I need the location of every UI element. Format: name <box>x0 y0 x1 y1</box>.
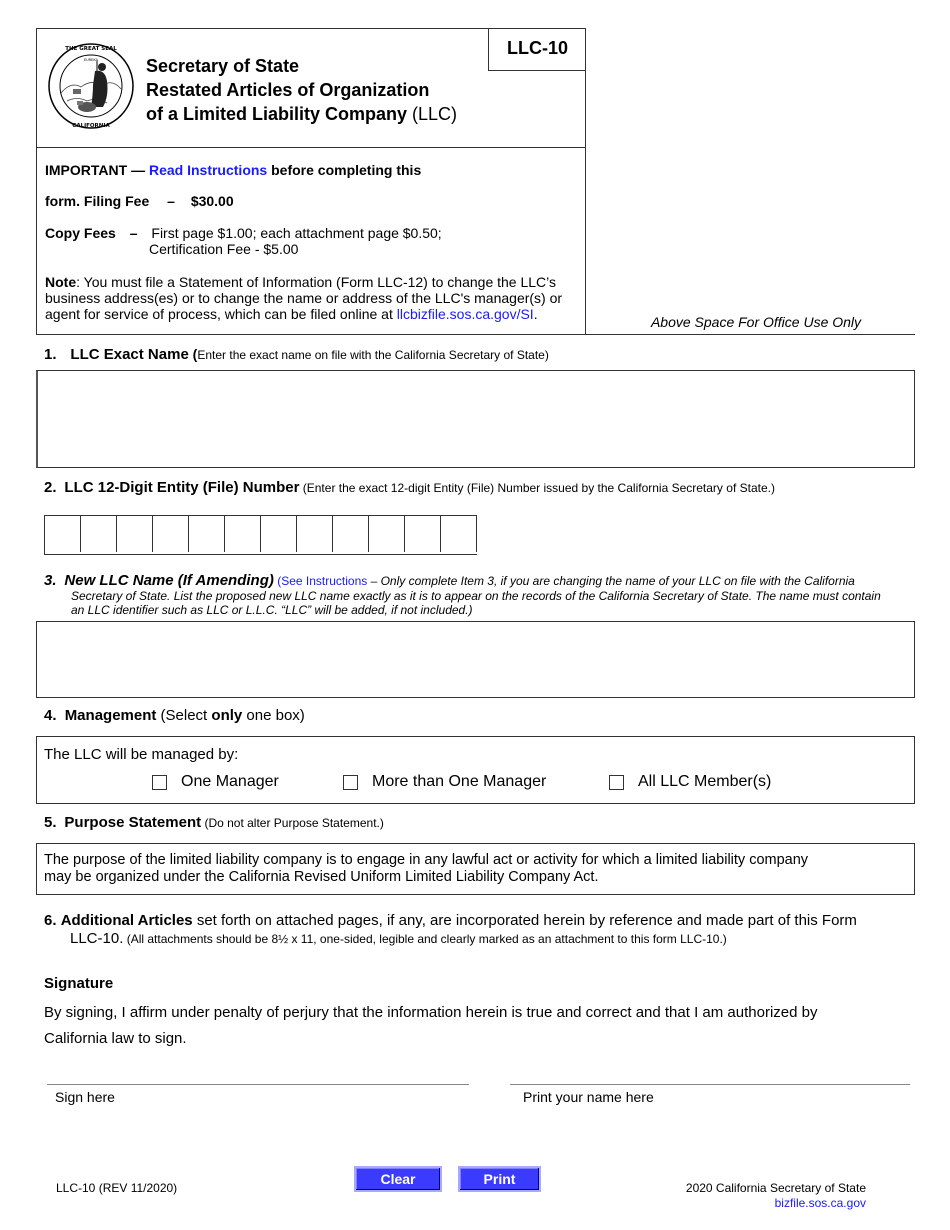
print-form-button[interactable]: Print Form <box>458 1166 541 1209</box>
entity-digit-cell[interactable] <box>297 516 333 552</box>
important-notice: IMPORTANT — Read Instructions before com… <box>45 162 422 178</box>
option-more-than-one-manager[interactable]: More than One Manager <box>343 773 546 791</box>
form-title-line: Restated Articles of Organization <box>146 80 430 100</box>
see-instructions-link[interactable]: See Instructions <box>281 574 367 588</box>
all-llc-members-checkbox[interactable] <box>609 774 624 790</box>
entity-digit-cell[interactable] <box>81 516 117 552</box>
section-3-hint: Secretary of State. List the proposed ne… <box>71 589 881 617</box>
certification-fee: Certification Fee - $5.00 <box>149 241 299 257</box>
section-5-label: 5. Purpose Statement (Do not alter Purpo… <box>44 814 384 831</box>
section-6-text: 6. Additional Articles set forth on atta… <box>44 912 857 947</box>
section-4-label: 4. Management (Select only one box) <box>44 707 305 724</box>
entity-digit-cell[interactable] <box>45 516 81 552</box>
one-manager-checkbox[interactable] <box>152 774 167 790</box>
section-2-label: 2. LLC 12-Digit Entity (File) Number (En… <box>44 479 775 496</box>
option-one-manager[interactable]: One Manager <box>152 773 279 791</box>
note-line: business address(es) or to change the na… <box>45 290 563 306</box>
copyright-text: 2020 California Secretary of State <box>685 1181 866 1195</box>
signature-heading: Signature <box>44 975 114 992</box>
divider <box>36 334 586 335</box>
section-3-label: 3. New LLC Name (If Amending) (See Instr… <box>44 572 855 589</box>
california-seal-icon: THE GREAT SEAL CALIFORNIA EUREKA <box>48 43 134 129</box>
entity-digit-cell[interactable] <box>333 516 369 552</box>
divider <box>586 334 915 335</box>
section-1-label: 1. LLC Exact Name (Enter the exact name … <box>44 346 549 363</box>
sign-here-line[interactable] <box>47 1084 469 1085</box>
copy-fees: Copy Fees – First page $1.00; each attac… <box>45 225 442 241</box>
read-instructions-link[interactable]: Read Instructions <box>149 162 267 178</box>
entity-digit-cell[interactable] <box>441 516 477 552</box>
note-line: agent for service of process, which can … <box>45 306 538 322</box>
purpose-statement-text: The purpose of the limited liability com… <box>44 852 809 885</box>
signature-affirmation: By signing, I affirm under penalty of pe… <box>44 1004 818 1047</box>
office-use-label: Above Space For Office Use Only <box>650 314 862 330</box>
entity-digit-cell[interactable] <box>117 516 153 552</box>
entity-digit-cell[interactable] <box>369 516 405 552</box>
svg-text:CALIFORNIA: CALIFORNIA <box>72 123 110 129</box>
option-all-llc-members[interactable]: All LLC Member(s) <box>609 773 771 791</box>
management-intro: The LLC will be managed by: <box>44 746 239 763</box>
form-title-line: of a Limited Liability Company (LLC) <box>146 104 458 124</box>
print-name-label: Print your name here <box>523 1089 654 1105</box>
entity-digit-cell[interactable] <box>405 516 441 552</box>
llcbizfile-link[interactable]: llcbizfile.sos.ca.gov/SI <box>397 306 534 322</box>
llc-exact-name-field[interactable] <box>36 370 915 468</box>
form-title: Secretary of State Restated Articles of … <box>146 54 457 126</box>
form-revision: LLC-10 (REV 11/2020) <box>56 1181 178 1195</box>
entity-digit-cell[interactable] <box>261 516 297 552</box>
entity-number-field <box>44 515 477 555</box>
svg-text:THE GREAT SEAL: THE GREAT SEAL <box>65 46 117 52</box>
entity-digit-cell[interactable] <box>153 516 189 552</box>
entity-digit-cell[interactable] <box>189 516 225 552</box>
agency-name: Secretary of State <box>146 56 300 76</box>
sign-here-label: Sign here <box>55 1089 115 1105</box>
note-line: Note: You must file a Statement of Infor… <box>45 274 557 290</box>
bizfile-website-link[interactable]: bizfile.sos.ca.gov <box>600 1196 866 1210</box>
more-than-one-manager-checkbox[interactable] <box>343 774 358 790</box>
print-name-line[interactable] <box>510 1084 910 1085</box>
filing-fee: form. Filing Fee – $30.00 <box>45 193 234 209</box>
clear-form-button[interactable]: Clear Form <box>354 1166 442 1209</box>
entity-digit-cell[interactable] <box>225 516 261 552</box>
new-llc-name-field[interactable] <box>36 621 915 698</box>
form-id-label: LLC-10 <box>488 28 586 71</box>
instructions-box: IMPORTANT — Read Instructions before com… <box>36 148 586 335</box>
svg-text:EUREKA: EUREKA <box>84 58 99 62</box>
